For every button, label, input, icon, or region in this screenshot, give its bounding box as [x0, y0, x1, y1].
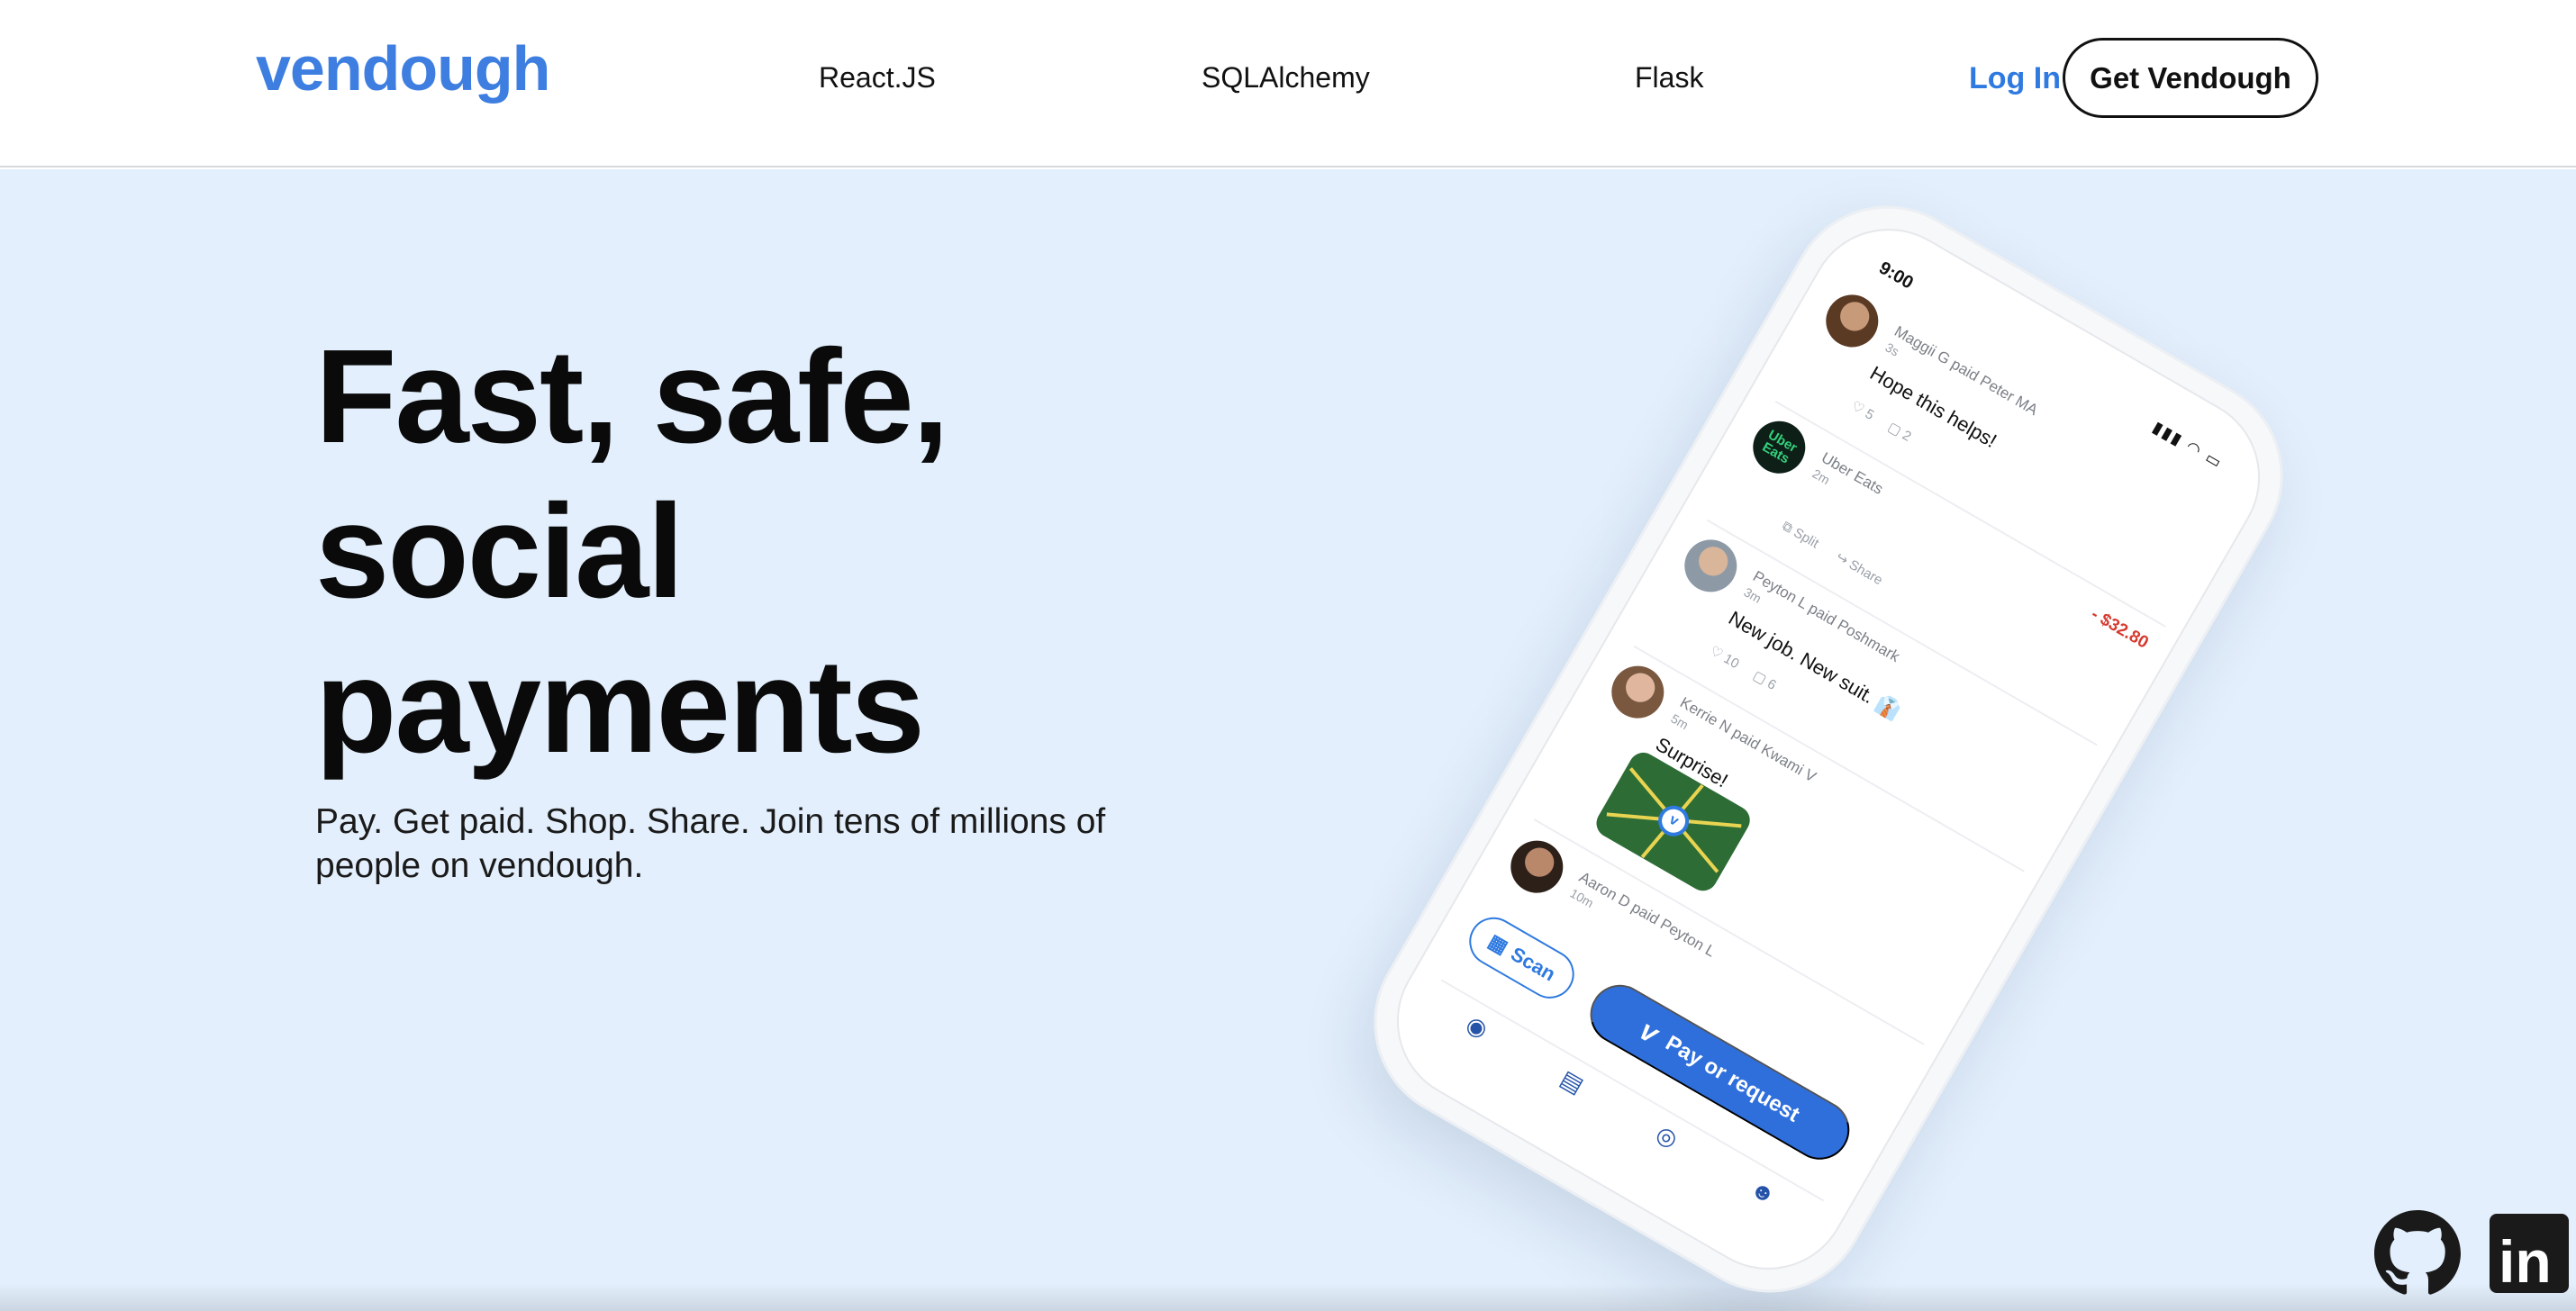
split-label[interactable]: Split: [1791, 525, 1821, 551]
hero-bottom-shadow: [0, 1284, 2576, 1311]
like-count: 10: [1720, 651, 1742, 673]
contacts-tab-icon[interactable]: ☻: [1746, 1173, 1782, 1210]
nav-link-flask[interactable]: Flask: [1635, 61, 1703, 95]
uber-eats-logo: Uber Eats: [1743, 411, 1815, 484]
nav-link-sqlalchemy[interactable]: SQLAlchemy: [1202, 61, 1370, 95]
signal-wifi-battery-icon: ▮▮▮ ◠ ▭: [2149, 418, 2227, 473]
avatar: [1816, 285, 1888, 357]
get-vendough-button[interactable]: Get Vendough: [2063, 38, 2318, 118]
qr-code-icon: ▦: [1484, 929, 1512, 959]
comment-count: 2: [1899, 427, 1914, 445]
status-time: 9:00: [1875, 258, 1917, 294]
crypto-tab-icon[interactable]: ◎: [1651, 1119, 1683, 1153]
hero-headline: Fast, safe, social payments: [315, 322, 949, 781]
hero-subtext: Pay. Get paid. Shop. Share. Join tens of…: [315, 802, 1106, 885]
cards-tab-icon[interactable]: ▤: [1556, 1064, 1589, 1099]
linkedin-icon[interactable]: in: [2490, 1214, 2569, 1293]
avatar: [1601, 656, 1673, 728]
logo[interactable]: vendough: [256, 32, 550, 104]
github-icon[interactable]: [2374, 1210, 2461, 1297]
login-link[interactable]: Log In: [1969, 61, 2061, 96]
avatar: [1501, 831, 1573, 903]
navbar: vendough React.JS SQLAlchemy Flask Log I…: [0, 0, 2576, 167]
like-count: 5: [1862, 406, 1877, 423]
comment-count: 6: [1764, 675, 1779, 693]
home-tab-icon[interactable]: ◉: [1461, 1009, 1493, 1044]
reactions: ⧉ Split ↪ Share: [1780, 518, 1886, 589]
share-label[interactable]: Share: [1846, 557, 1885, 589]
avatar: [1674, 529, 1746, 601]
nav-link-react[interactable]: React.JS: [819, 61, 936, 95]
gift-card-image: v: [1591, 747, 1755, 897]
vendough-v-icon: v: [1634, 1013, 1665, 1050]
scan-label: Scan: [1507, 942, 1560, 986]
